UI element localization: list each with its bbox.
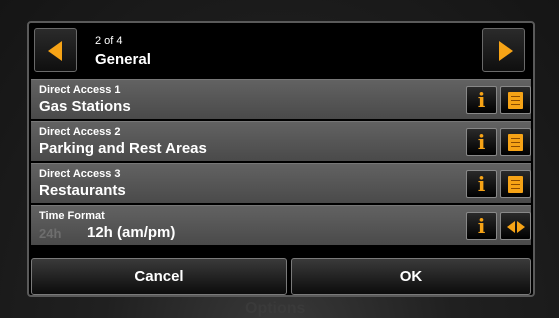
info-icon: i: [477, 172, 486, 196]
dialog-header: 2 of 4 General: [31, 25, 531, 77]
setting-label: Time Format: [39, 210, 105, 222]
setting-label: Direct Access 1: [39, 84, 121, 96]
next-page-button[interactable]: [482, 28, 525, 72]
info-button[interactable]: i: [466, 128, 497, 156]
setting-row-time-format[interactable]: Time Format 24h 12h (am/pm) i: [31, 205, 531, 245]
arrow-right-icon: [499, 41, 513, 61]
settings-dialog: 2 of 4 General Direct Access 1 Gas Stati…: [27, 21, 535, 297]
list-button[interactable]: [500, 86, 531, 114]
list-icon: [508, 134, 523, 151]
setting-value: Gas Stations: [39, 98, 131, 115]
setting-value: Parking and Rest Areas: [39, 140, 207, 157]
previous-page-button[interactable]: [34, 28, 77, 72]
page-title: General: [95, 51, 151, 68]
toggle-button[interactable]: [500, 212, 531, 240]
info-button[interactable]: i: [466, 170, 497, 198]
list-icon: [508, 176, 523, 193]
list-button[interactable]: [500, 128, 531, 156]
info-icon: i: [477, 130, 486, 154]
list-icon: [508, 92, 523, 109]
info-button[interactable]: i: [466, 86, 497, 114]
list-button[interactable]: [500, 170, 531, 198]
setting-value: 12h (am/pm): [87, 224, 176, 241]
setting-row-direct-access-2[interactable]: Direct Access 2 Parking and Rest Areas i: [31, 121, 531, 161]
info-button[interactable]: i: [466, 212, 497, 240]
setting-label: Direct Access 3: [39, 168, 121, 180]
left-arrow-icon: [507, 221, 515, 233]
info-icon: i: [477, 88, 486, 112]
setting-label: Direct Access 2: [39, 126, 121, 138]
right-arrow-icon: [517, 221, 525, 233]
ok-button[interactable]: OK: [291, 258, 531, 295]
arrow-left-icon: [48, 41, 62, 61]
background-ghost-label: Options: [245, 300, 306, 317]
page-indicator: 2 of 4: [95, 35, 123, 47]
setting-alt-value: 24h: [39, 226, 62, 241]
cancel-button[interactable]: Cancel: [31, 258, 287, 295]
setting-row-direct-access-3[interactable]: Direct Access 3 Restaurants i: [31, 163, 531, 203]
setting-row-direct-access-1[interactable]: Direct Access 1 Gas Stations i: [31, 79, 531, 119]
setting-value: Restaurants: [39, 182, 126, 199]
info-icon: i: [477, 214, 486, 238]
